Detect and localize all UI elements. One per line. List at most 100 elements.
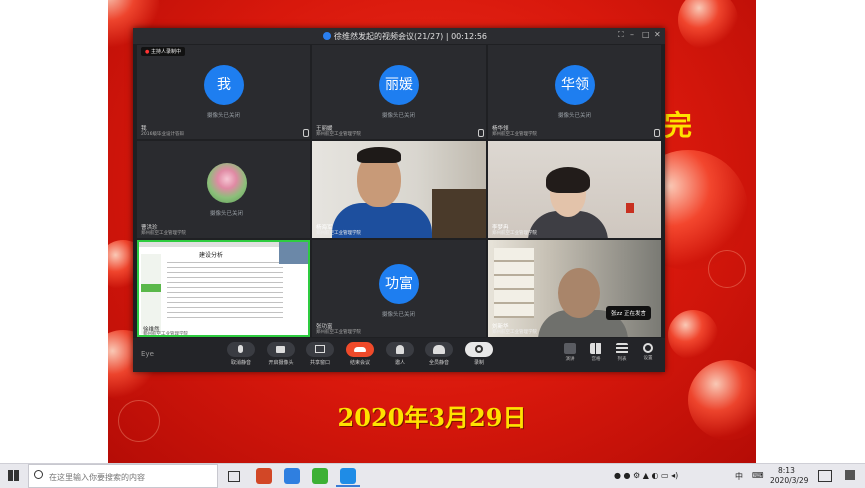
doc-sidebar-active bbox=[141, 284, 161, 292]
video-tile[interactable]: 张zz 正在发言 刘新华 郑州航空工业管理学院 bbox=[488, 240, 661, 337]
mic-icon bbox=[478, 129, 484, 137]
fullscreen-icon[interactable]: ⛶ bbox=[618, 30, 624, 40]
video-tile[interactable]: 摄像头已关闭 曹洪珍 郑州航空工业管理学院 bbox=[137, 141, 310, 238]
person-head bbox=[558, 268, 600, 318]
list-view-icon bbox=[616, 343, 628, 354]
slide-heading-fragment: 完 bbox=[664, 109, 693, 142]
recording-badge: ● 主持人录制中 bbox=[141, 47, 185, 56]
maximize-icon[interactable]: □ bbox=[642, 30, 650, 39]
shared-screen-tile[interactable]: 建设分析 徐维然 郑州航空工业管理学院 bbox=[137, 240, 310, 337]
search-input[interactable] bbox=[47, 468, 216, 486]
decor-bubble bbox=[668, 310, 718, 360]
start-camera-label: 开启摄像头 bbox=[268, 360, 294, 366]
decor-bubble bbox=[678, 0, 738, 50]
invite-label: 邀人 bbox=[394, 360, 405, 366]
list-view-label: 列表 bbox=[617, 357, 627, 362]
camera-off-label: 摄像头已关闭 bbox=[207, 113, 241, 119]
camera-off-label: 摄像头已关闭 bbox=[382, 312, 416, 318]
meeting-titlebar[interactable]: 徐维然发起的视频会议(21/27) | 00:12:56 ⛶ – □ ✕ bbox=[133, 28, 665, 44]
video-meeting-window[interactable]: 徐维然发起的视频会议(21/27) | 00:12:56 ⛶ – □ ✕ ● 主… bbox=[133, 28, 665, 372]
avatar: 丽媛 bbox=[379, 65, 419, 105]
notification-icon[interactable] bbox=[818, 470, 832, 482]
screen-share-icon bbox=[315, 345, 325, 353]
avatar: 华领 bbox=[555, 65, 595, 105]
grid-view-label: 宫格 bbox=[591, 357, 601, 362]
mic-icon bbox=[654, 129, 660, 137]
list-view-button[interactable]: 列表 bbox=[611, 343, 633, 362]
app-logo: Eye bbox=[141, 350, 154, 358]
speaker-view-icon bbox=[564, 343, 576, 354]
participant-subtitle: 郑州航空工业管理学院 bbox=[141, 231, 186, 236]
video-tile[interactable]: 华领 摄像头已关闭 杨华领 郑州航空工业管理学院 bbox=[488, 45, 661, 139]
meeting-app-taskbar-icon[interactable] bbox=[340, 468, 356, 484]
unmute-button[interactable]: 取消静音 bbox=[221, 342, 261, 366]
avatar: 我 bbox=[204, 65, 244, 105]
participant-subtitle: 郑州航空工业管理学院 bbox=[316, 132, 361, 137]
doc-toolbar bbox=[139, 242, 279, 247]
record-dot-icon: ● bbox=[145, 49, 150, 55]
shelf bbox=[432, 189, 486, 238]
video-tile[interactable]: 功富 摄像头已关闭 张功富 郑州航空工业管理学院 bbox=[312, 240, 486, 337]
mic-icon bbox=[238, 345, 243, 353]
speaker-view-button[interactable]: 演讲 bbox=[559, 343, 581, 362]
video-tile[interactable]: 丽媛 摄像头已关闭 王丽媛 郑州航空工业管理学院 bbox=[312, 45, 486, 139]
speaking-tag: 张zz 正在发言 bbox=[606, 306, 652, 320]
clock-time[interactable]: 8:13 bbox=[778, 466, 795, 475]
doc-sidebar bbox=[141, 254, 161, 334]
mute-all-label: 全员静音 bbox=[428, 360, 449, 366]
add-person-icon bbox=[396, 345, 404, 354]
share-window-button[interactable]: 共享窗口 bbox=[300, 342, 340, 366]
right-margin bbox=[756, 0, 865, 463]
video-tile[interactable]: 李梦冉 郑州航空工业管理学院 bbox=[488, 141, 661, 238]
participant-subtitle: 郑州航空工业管理学院 bbox=[492, 231, 537, 236]
presenter-thumb bbox=[279, 242, 308, 264]
powerpoint-icon[interactable] bbox=[256, 468, 272, 484]
participant-subtitle: 郑州航空工业管理学院 bbox=[492, 330, 537, 335]
decor-ring bbox=[708, 250, 746, 288]
meeting-title: 徐维然发起的视频会议(21/27) | 00:12:56 bbox=[323, 31, 487, 42]
invite-button[interactable]: 邀人 bbox=[380, 342, 420, 366]
show-desktop-icon[interactable] bbox=[845, 470, 855, 480]
hangup-icon bbox=[354, 347, 366, 352]
bookshelf bbox=[494, 248, 534, 318]
keyboard-icon[interactable]: ⌨ bbox=[752, 471, 764, 480]
mute-all-button[interactable]: 全员静音 bbox=[419, 342, 459, 366]
taskbar-search[interactable] bbox=[28, 464, 218, 488]
app-icon-blue[interactable] bbox=[284, 468, 300, 484]
end-meeting-label: 结束会议 bbox=[349, 360, 370, 366]
minimize-icon[interactable]: – bbox=[630, 30, 634, 39]
meeting-title-text: 徐维然发起的视频会议(21/27) | 00:12:56 bbox=[334, 32, 488, 41]
start-camera-button[interactable]: 开启摄像头 bbox=[261, 342, 301, 366]
people-icon bbox=[433, 345, 445, 354]
wechat-icon[interactable] bbox=[312, 468, 328, 484]
camera-off-label: 摄像头已关闭 bbox=[210, 211, 244, 217]
windows-taskbar: ● ● ⚙ ▲ ◐ ▭ ◂) 中 ⌨ 8:13 2020/3/29 bbox=[0, 463, 865, 488]
end-meeting-button[interactable]: 结束会议 bbox=[340, 342, 380, 366]
record-label: 录制 bbox=[473, 360, 484, 366]
gear-icon bbox=[643, 343, 653, 353]
slide-date: 2020年3月29日 bbox=[337, 403, 527, 432]
record-button[interactable]: 录制 bbox=[459, 342, 499, 366]
person-hair bbox=[546, 167, 590, 193]
person-hair bbox=[357, 147, 401, 163]
video-tile[interactable]: ● 主持人录制中 我 摄像头已关闭 我 2016级毕业设计答辩 bbox=[137, 45, 310, 139]
participant-subtitle: 郑州航空工业管理学院 bbox=[316, 330, 361, 335]
record-icon bbox=[475, 345, 483, 353]
doc-heading: 建设分析 bbox=[199, 252, 224, 259]
participant-subtitle: 郑州航空工业管理学院 bbox=[492, 132, 537, 137]
grid-view-button[interactable]: 宫格 bbox=[585, 343, 607, 362]
windows-start-icon[interactable] bbox=[8, 470, 19, 481]
mic-icon bbox=[303, 129, 309, 137]
ime-indicator[interactable]: 中 bbox=[735, 471, 743, 482]
close-icon[interactable]: ✕ bbox=[654, 30, 661, 39]
camera-off-label: 摄像头已关闭 bbox=[558, 113, 592, 119]
clock-date[interactable]: 2020/3/29 bbox=[770, 476, 808, 485]
doc-text-lines bbox=[167, 262, 283, 322]
participant-subtitle: 郑州航空工业管理学院 bbox=[143, 332, 188, 337]
settings-button[interactable]: 设置 bbox=[637, 343, 659, 361]
video-tile[interactable]: 杨海军 郑州航空工业管理学院 bbox=[312, 141, 486, 238]
avatar: 功富 bbox=[379, 264, 419, 304]
tray-icons[interactable]: ● ● ⚙ ▲ ◐ ▭ ◂) bbox=[614, 471, 678, 480]
task-view-icon[interactable] bbox=[228, 471, 240, 482]
settings-label: 设置 bbox=[643, 356, 653, 361]
